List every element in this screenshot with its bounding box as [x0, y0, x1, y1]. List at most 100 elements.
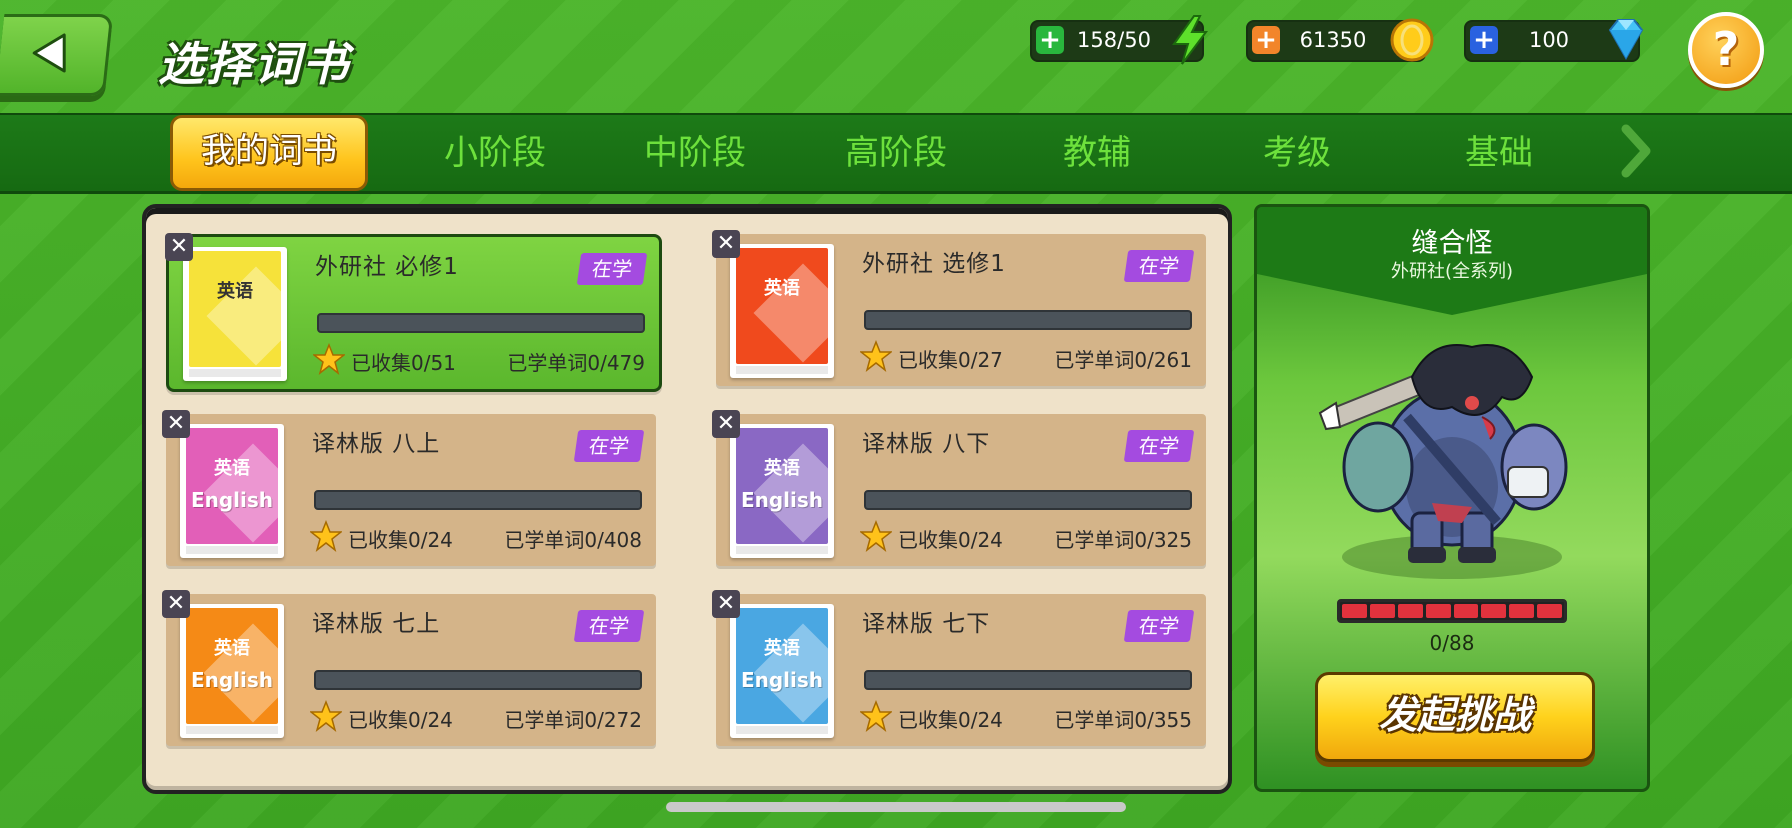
progress-bar	[864, 490, 1192, 510]
cover-title: 英语	[217, 281, 253, 302]
coin-icon	[1390, 18, 1434, 62]
cover-subtitle: English	[740, 488, 824, 512]
energy-value: 158/50	[1077, 28, 1151, 52]
star-icon	[313, 343, 345, 375]
progress-bar	[317, 313, 645, 333]
tab-exam-level[interactable]: 考级	[1222, 127, 1372, 179]
add-gems-button[interactable]: +	[1470, 26, 1498, 54]
remove-book-button[interactable]: ✕	[162, 410, 190, 438]
gem-counter: + 100	[1464, 19, 1644, 62]
book-cover: 英语 English	[730, 424, 834, 558]
coin-value: 61350	[1299, 28, 1367, 52]
monster-illustration	[1318, 344, 1568, 579]
book-cover: 英语 English	[180, 604, 284, 738]
progress-bar	[864, 310, 1192, 330]
book-title: 外研社 必修1	[315, 254, 459, 280]
cover-title: 英语	[214, 458, 250, 479]
start-challenge-button[interactable]: 发起挑战	[1315, 672, 1595, 762]
remove-book-button[interactable]: ✕	[165, 233, 193, 261]
cover-art: 英语 English	[736, 608, 828, 724]
book-title: 译林版 七上	[312, 611, 441, 637]
tab-supplementary[interactable]: 教辅	[1022, 127, 1172, 179]
tab-high-stage[interactable]: 高阶段	[821, 127, 971, 179]
book-cover: 英语	[183, 247, 287, 381]
star-icon	[310, 700, 342, 732]
collected-count: 已收集0/24	[898, 708, 1003, 732]
star-icon	[860, 700, 892, 732]
learned-words-count: 已学单词0/479	[507, 351, 645, 375]
cover-art: 英语 English	[186, 428, 278, 544]
help-button[interactable]: ?	[1688, 12, 1764, 88]
collected-count: 已收集0/24	[348, 708, 453, 732]
progress-bar	[314, 490, 642, 510]
cover-art: 英语	[736, 248, 828, 364]
coin-counter: + 61350	[1246, 18, 1434, 62]
tab-basic[interactable]: 基础	[1424, 127, 1574, 179]
cover-art: 英语	[189, 251, 281, 367]
diamond-icon	[1608, 19, 1644, 61]
book-card[interactable]: ✕ 英语 English 译林版 八上 在学 已收集0/24 已学单词0/408	[162, 410, 656, 566]
book-card[interactable]: ✕ 英语 English 译林版 七下 在学 已收集0/24 已学单词0/355	[712, 590, 1206, 746]
book-card[interactable]: ✕ 英语 English 译林版 七上 在学 已收集0/24 已学单词0/272	[162, 590, 656, 746]
chevron-right-icon[interactable]	[1618, 123, 1654, 179]
remove-book-button[interactable]: ✕	[712, 590, 740, 618]
collected-count: 已收集0/24	[898, 528, 1003, 552]
status-badge: 在学	[576, 253, 648, 285]
add-energy-button[interactable]: +	[1036, 26, 1064, 54]
star-icon	[860, 340, 892, 372]
book-title: 译林版 八下	[862, 431, 991, 457]
cover-subtitle: English	[190, 668, 274, 692]
learned-words-count: 已学单词0/272	[504, 708, 642, 732]
book-card[interactable]: ✕ 英语 外研社 必修1 在学 已收集0/51 已学单词0/479	[165, 233, 662, 392]
learned-words-count: 已学单词0/408	[504, 528, 642, 552]
page-title: 选择词书	[158, 37, 350, 91]
tab-middle-stage[interactable]: 中阶段	[620, 127, 770, 179]
book-card[interactable]: ✕ 英语 外研社 选修1 在学 已收集0/27 已学单词0/261	[712, 230, 1206, 386]
book-title: 译林版 八上	[312, 431, 441, 457]
boss-subtitle: 外研社(全系列)	[1390, 261, 1514, 282]
add-coins-button[interactable]: +	[1252, 26, 1280, 54]
remove-book-button[interactable]: ✕	[712, 230, 740, 258]
energy-counter: + 158/50	[1030, 15, 1208, 65]
status-badge: 在学	[1123, 430, 1195, 462]
progress-bar	[314, 670, 642, 690]
cover-title: 英语	[764, 638, 800, 659]
boss-hp-bar	[1337, 599, 1567, 623]
learned-words-count: 已学单词0/261	[1054, 348, 1192, 372]
collected-count: 已收集0/24	[348, 528, 453, 552]
gem-value: 100	[1528, 28, 1570, 52]
book-list-panel: ✕ 英语 外研社 必修1 在学 已收集0/51 已学单词0/479 ✕ 英语 外…	[142, 204, 1232, 794]
category-tab-bar: 我的词书 小阶段 中阶段 高阶段 教辅 考级 基础	[0, 113, 1792, 194]
status-badge: 在学	[1123, 610, 1195, 642]
book-cover: 英语 English	[180, 424, 284, 558]
cover-art: 英语 English	[186, 608, 278, 724]
learned-words-count: 已学单词0/325	[1054, 528, 1192, 552]
boss-panel: 缝合怪 外研社(全系列) 0/88 发起挑战	[1254, 204, 1650, 792]
tab-my-books[interactable]: 我的词书	[170, 115, 368, 191]
book-cover: 英语	[730, 244, 834, 378]
cover-title: 英语	[764, 458, 800, 479]
home-indicator	[666, 802, 1126, 812]
cover-title: 英语	[214, 638, 250, 659]
remove-book-button[interactable]: ✕	[712, 410, 740, 438]
back-button[interactable]	[0, 14, 114, 96]
status-badge: 在学	[573, 610, 645, 642]
status-badge: 在学	[1123, 250, 1195, 282]
cover-title: 英语	[764, 278, 800, 299]
learned-words-count: 已学单词0/355	[1054, 708, 1192, 732]
cover-art: 英语 English	[736, 428, 828, 544]
book-title: 译林版 七下	[862, 611, 991, 637]
lightning-icon	[1172, 15, 1208, 65]
progress-bar	[864, 670, 1192, 690]
collected-count: 已收集0/27	[898, 348, 1003, 372]
star-icon	[310, 520, 342, 552]
book-title: 外研社 选修1	[862, 251, 1006, 277]
book-cover: 英语 English	[730, 604, 834, 738]
collected-count: 已收集0/51	[351, 351, 456, 375]
star-icon	[860, 520, 892, 552]
cover-subtitle: English	[190, 488, 274, 512]
tab-primary-stage[interactable]: 小阶段	[420, 127, 570, 179]
remove-book-button[interactable]: ✕	[162, 590, 190, 618]
status-badge: 在学	[573, 430, 645, 462]
book-card[interactable]: ✕ 英语 English 译林版 八下 在学 已收集0/24 已学单词0/325	[712, 410, 1206, 566]
